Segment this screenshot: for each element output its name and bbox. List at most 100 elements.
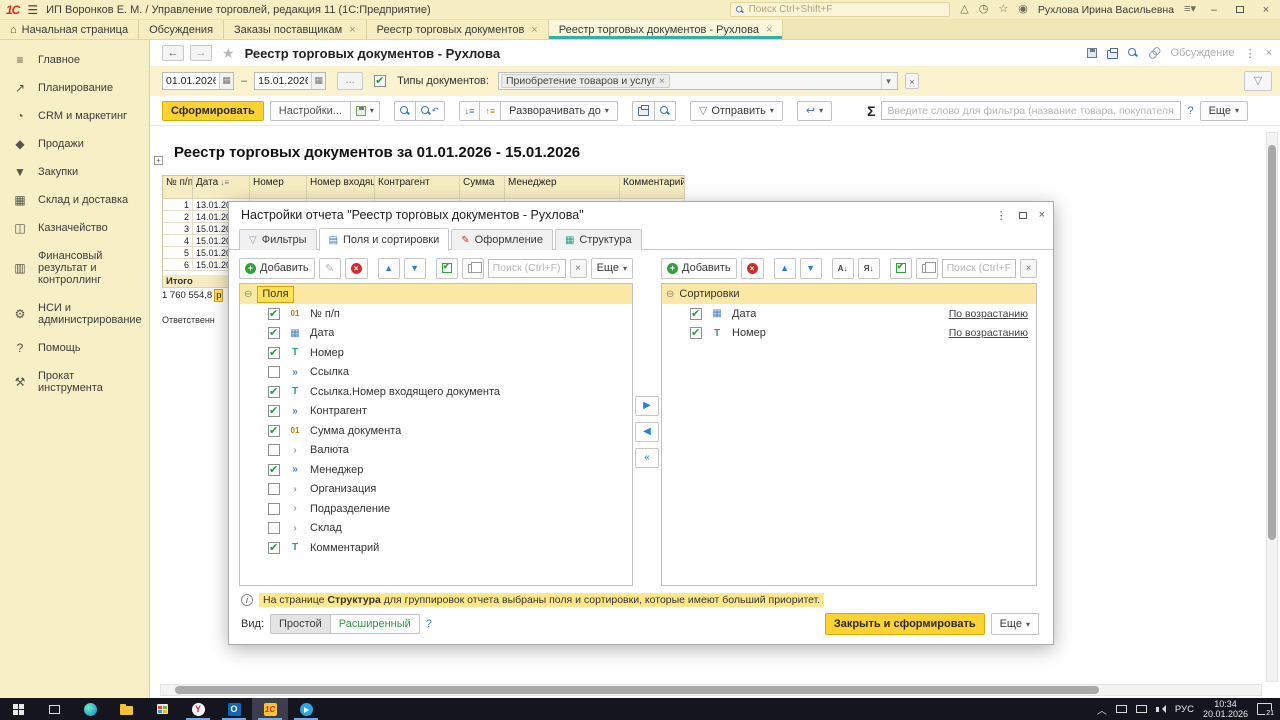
notifications-bell-icon[interactable]: △: [960, 4, 968, 15]
dialog-help-link[interactable]: ?: [426, 618, 432, 630]
field-checkbox[interactable]: [268, 405, 280, 417]
dialog-maximize-icon[interactable]: [1019, 209, 1027, 222]
sortings-search-clear-button[interactable]: ×: [1020, 259, 1037, 278]
collapse-group-icon[interactable]: ⊖: [244, 289, 252, 300]
sidebar-item[interactable]: ≡ Главное: [0, 46, 149, 74]
save-icon[interactable]: [1087, 48, 1097, 58]
view-simple-button[interactable]: Простой: [270, 614, 331, 634]
date-to-field[interactable]: ▦: [254, 72, 326, 90]
delete-field-button[interactable]: ×: [345, 258, 368, 279]
field-row[interactable]: » Менеджер: [240, 460, 632, 480]
filter-funnel-button[interactable]: ▽: [1244, 71, 1272, 91]
language-indicator[interactable]: РУС: [1175, 704, 1194, 715]
dialog-tab[interactable]: ▤ Поля и сортировки: [319, 228, 450, 251]
collapse-groups-button[interactable]: ↓≡: [459, 101, 481, 121]
global-search[interactable]: [730, 2, 950, 17]
move-left-button[interactable]: ◀: [635, 422, 659, 442]
calendar-icon[interactable]: ▦: [311, 73, 325, 89]
horizontal-scrollbar[interactable]: [160, 684, 1262, 696]
quick-filter-input[interactable]: [881, 101, 1181, 120]
window-tab[interactable]: Заказы поставщикам ×: [224, 20, 367, 39]
settings-button[interactable]: Настройки...: [270, 101, 351, 121]
sorting-row[interactable]: Т Номер По возрастанию: [662, 324, 1036, 344]
field-checkbox[interactable]: [268, 464, 280, 476]
task-view-button[interactable]: [36, 698, 72, 720]
add-sorting-button[interactable]: +Добавить: [661, 258, 737, 279]
sorting-row[interactable]: ▦ Дата По возрастанию: [662, 304, 1036, 324]
global-search-input[interactable]: [749, 4, 946, 15]
token-remove-icon[interactable]: ×: [659, 75, 665, 87]
sort-uncheck-all-button[interactable]: [916, 258, 938, 279]
favorite-star-icon[interactable]: ★: [222, 45, 235, 62]
doc-types-checkbox[interactable]: [374, 75, 386, 87]
column-header[interactable]: Номер входящий: [307, 175, 375, 199]
fields-more-button[interactable]: Еще▾: [591, 258, 633, 279]
service-menu-icon[interactable]: ≡▾: [1184, 4, 1196, 15]
store-taskbar-button[interactable]: [144, 698, 180, 720]
user-icon[interactable]: ◉: [1018, 4, 1028, 15]
grouping-expander-icon[interactable]: +: [154, 156, 163, 165]
window-tab[interactable]: Реестр торговых документов ×: [367, 20, 549, 39]
column-header[interactable]: Менеджер: [505, 175, 620, 199]
sort-check-all-button[interactable]: [890, 258, 912, 279]
sidebar-item[interactable]: ▼ Закупки: [0, 158, 149, 186]
sidebar-item[interactable]: ◔ CRM и маркетинг: [0, 102, 149, 130]
send-button[interactable]: ▽Отправить▾: [690, 101, 783, 121]
explorer-taskbar-button[interactable]: [108, 698, 144, 720]
form-close-icon[interactable]: ×: [1266, 47, 1272, 59]
field-row[interactable]: Т Комментарий: [240, 538, 632, 558]
column-header[interactable]: Дата: [193, 175, 250, 199]
field-checkbox[interactable]: [268, 542, 280, 554]
field-checkbox[interactable]: [268, 425, 280, 437]
date-from-field[interactable]: ▦: [162, 72, 234, 90]
help-link[interactable]: ?: [1187, 105, 1193, 117]
field-checkbox[interactable]: [268, 347, 280, 359]
sorting-checkbox[interactable]: [690, 327, 702, 339]
currency-cell[interactable]: р: [214, 289, 223, 302]
dialog-tab[interactable]: ✎ Оформление: [451, 229, 553, 250]
field-row[interactable]: 01 Сумма документа: [240, 421, 632, 441]
field-row[interactable]: › Организация: [240, 480, 632, 500]
column-header[interactable]: № п/п: [163, 175, 193, 199]
telegram-taskbar-button[interactable]: [288, 698, 324, 720]
field-row[interactable]: ▦ Дата: [240, 324, 632, 344]
sidebar-item[interactable]: ↗ Планирование: [0, 74, 149, 102]
sort-direction-link[interactable]: По возрастанию: [949, 308, 1028, 320]
sorting-checkbox[interactable]: [690, 308, 702, 320]
field-row[interactable]: Т Номер: [240, 343, 632, 363]
back-button[interactable]: ←: [162, 45, 184, 61]
undo-history-button[interactable]: ↩▾: [797, 101, 832, 121]
move-down-button[interactable]: ▼: [404, 258, 426, 279]
period-choice-button[interactable]: ...: [337, 72, 363, 90]
sidebar-item[interactable]: ◆ Продажи: [0, 130, 149, 158]
minimize-button[interactable]: –: [1206, 4, 1222, 16]
window-tab[interactable]: Обсуждения ×: [139, 20, 224, 39]
doc-types-clear-button[interactable]: ×: [905, 73, 919, 89]
sidebar-item[interactable]: ⚙ НСИ и администрирование: [0, 294, 149, 334]
fields-group-row[interactable]: ⊖ Поля: [240, 284, 632, 304]
network-icon[interactable]: [1136, 705, 1147, 713]
discussion-label[interactable]: Обсуждение: [1170, 47, 1234, 59]
uncheck-all-button[interactable]: [462, 258, 484, 279]
restore-button[interactable]: [1232, 3, 1248, 16]
calendar-icon[interactable]: ▦: [219, 73, 233, 89]
sort-descending-button[interactable]: Я↓: [858, 258, 880, 279]
field-row[interactable]: Т Ссылка.Номер входящего документа: [240, 382, 632, 402]
date-from-input[interactable]: [163, 75, 219, 87]
field-row[interactable]: › Валюта: [240, 441, 632, 461]
history-icon[interactable]: ◷: [979, 4, 989, 15]
column-header[interactable]: Контрагент: [375, 175, 460, 199]
find-button[interactable]: [394, 101, 416, 121]
fields-search-clear-button[interactable]: ×: [570, 259, 587, 278]
fields-search-input[interactable]: [488, 259, 566, 278]
forward-button[interactable]: →: [190, 45, 212, 61]
outlook-taskbar-button[interactable]: O: [216, 698, 252, 720]
field-checkbox[interactable]: [268, 522, 280, 534]
dialog-tab[interactable]: ▽ Фильтры: [239, 229, 317, 250]
add-field-button[interactable]: +Добавить: [239, 258, 315, 279]
favorites-star-icon[interactable]: ☆: [998, 4, 1008, 15]
vertical-scrollbar-thumb[interactable]: [1268, 145, 1276, 540]
dialog-kebab-icon[interactable]: ⋮: [996, 209, 1007, 222]
sidebar-item[interactable]: ▥ Финансовый результат и контроллинг: [0, 242, 149, 294]
view-advanced-button[interactable]: Расширенный: [330, 614, 420, 634]
